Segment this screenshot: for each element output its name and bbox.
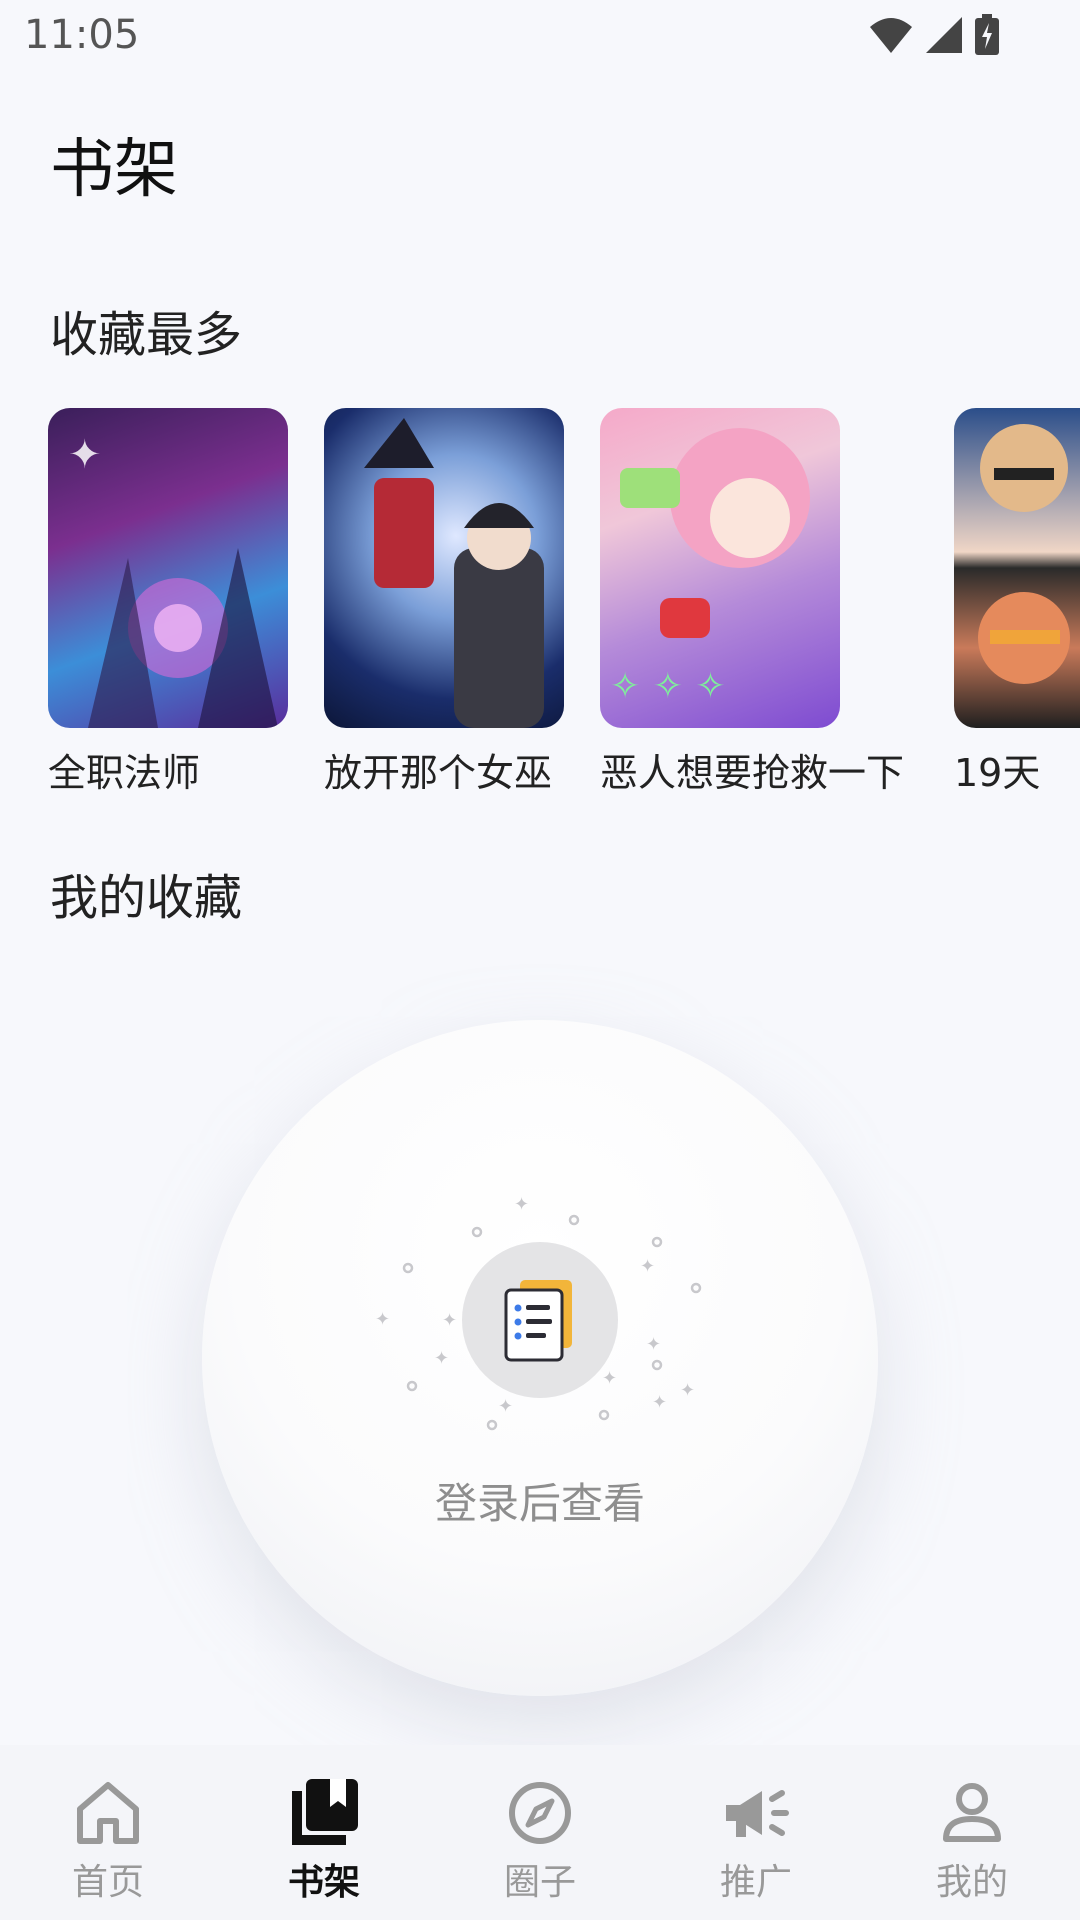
svg-text:✦: ✦ [442,1310,457,1331]
empty-icon-circle [462,1242,618,1398]
wifi-icon [870,18,912,53]
book-title: 放开那个女巫 [324,751,553,795]
signal-icon [926,17,962,53]
book-cover[interactable] [324,408,564,728]
nav-label-promote: 推广 [719,1862,792,1903]
svg-text:✦: ✦ [68,432,102,478]
cover-art: ✧ ✧ ✧ [610,428,810,707]
bookshelf-icon [292,1779,358,1845]
svg-text:✦: ✦ [514,1194,529,1215]
document-icon [504,1280,572,1362]
nav-label-bookshelf: 书架 [287,1862,360,1903]
status-icons [868,14,1000,56]
book-card[interactable]: 19天 [954,408,1080,797]
book-cover[interactable]: ✧ ✧ ✧ [600,408,840,728]
svg-text:✦: ✦ [434,1348,449,1369]
empty-state-message: 登录后查看 [434,1479,645,1528]
nav-item-bookshelf[interactable]: 书架 [216,1745,432,1920]
svg-text:✦: ✦ [680,1380,695,1401]
page-title: 书架 [50,133,178,207]
compass-icon [509,1782,571,1844]
section-title-most-collected: 收藏最多 [50,307,243,363]
nav-label-home: 首页 [71,1862,144,1903]
most-collected-shelf[interactable]: ✦ 全职法师 放开那个女巫 ✧ ✧ ✧ 恶人想要抢救一下 19天 [0,408,1080,798]
book-cover[interactable]: ✦ [48,408,288,728]
home-icon [77,1782,139,1844]
megaphone-icon [726,1790,789,1837]
book-title: 恶人想要抢救一下 [600,751,905,795]
svg-text:✧ ✧ ✧: ✧ ✧ ✧ [610,666,726,707]
battery-icon [975,14,999,55]
person-icon [943,1783,1001,1842]
status-time: 11:05 [24,12,140,58]
book-title: 全职法师 [48,751,201,795]
svg-text:✦: ✦ [646,1334,661,1355]
empty-state: ✦ ✦ ✦ ✦ ✦ ✦ ✦ ✦ ✦ ✦ 登录后查看 [202,1020,878,1696]
nav-label-circle: 圈子 [503,1862,576,1903]
status-bar: 11:05 [0,0,1080,72]
cover-art [978,424,1070,684]
svg-text:✦: ✦ [640,1256,655,1277]
nav-item-home[interactable]: 首页 [0,1745,216,1920]
nav-item-promote[interactable]: 推广 [648,1745,864,1920]
book-card[interactable]: 放开那个女巫 [324,408,564,797]
svg-text:✦: ✦ [498,1396,513,1417]
svg-text:✦: ✦ [375,1309,390,1330]
bottom-nav: 首页 书架 圈子 推广 我的 [0,1745,1080,1920]
book-cover[interactable] [954,408,1080,728]
book-title: 19天 [954,751,1041,795]
nav-item-me[interactable]: 我的 [864,1745,1080,1920]
book-card[interactable]: ✧ ✧ ✧ 恶人想要抢救一下 [600,408,904,797]
svg-text:✦: ✦ [652,1392,667,1413]
book-card[interactable]: ✦ 全职法师 [48,408,288,797]
section-title-my-collection: 我的收藏 [50,870,243,926]
svg-text:✦: ✦ [602,1368,617,1389]
nav-item-circle[interactable]: 圈子 [432,1745,648,1920]
cover-art: ✦ [68,432,278,728]
cover-art [364,418,544,728]
nav-label-me: 我的 [935,1862,1008,1903]
